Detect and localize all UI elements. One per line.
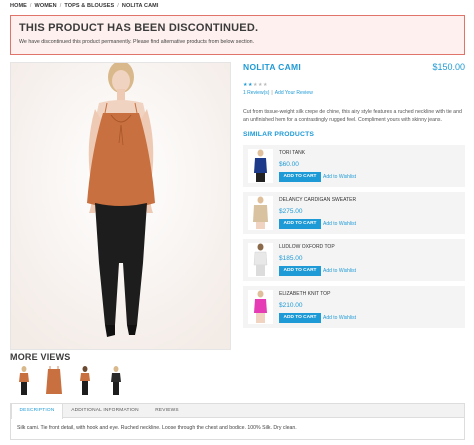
review-links: 1 Review(s) | Add Your Review xyxy=(243,90,313,96)
similar-product-thumbnail[interactable] xyxy=(248,149,273,183)
more-views-thumbnail[interactable] xyxy=(44,366,64,396)
breadcrumb-category[interactable]: TOPS & BLOUSES xyxy=(64,3,114,9)
tab-content: Silk cami. Tie front detail, with hook a… xyxy=(17,425,297,431)
breadcrumb-home[interactable]: HOME xyxy=(10,3,27,9)
similar-product-name[interactable]: TORI TANK xyxy=(279,150,305,156)
product-info: NOLITA CAMI $150.00 ★★★★★ 1 Review(s) | Ad… xyxy=(243,62,465,333)
breadcrumb-women[interactable]: WOMEN xyxy=(35,3,57,9)
model-figure xyxy=(11,63,230,349)
add-to-wishlist-link[interactable]: Add to Wishlist xyxy=(323,268,356,274)
rating-stars: ★★★★★ xyxy=(243,82,465,88)
similar-product-price: $210.00 xyxy=(279,302,303,309)
tab-reviews[interactable]: REVIEWS xyxy=(147,404,187,418)
similar-product-name[interactable]: DELANCY CARDIGAN SWEATER xyxy=(279,197,356,203)
star-icon: ★ xyxy=(263,82,268,88)
product-short-description: Cut from tissue-weight silk crepe de chi… xyxy=(243,109,462,123)
add-to-cart-button[interactable]: ADD TO CART xyxy=(279,313,321,323)
add-to-wishlist-link[interactable]: Add to Wishlist xyxy=(323,315,356,321)
add-to-cart-button[interactable]: ADD TO CART xyxy=(279,172,321,182)
product-main-image[interactable] xyxy=(10,62,231,350)
similar-product-thumbnail[interactable] xyxy=(248,290,273,324)
similar-product-item: LUDLOW OXFORD TOP $185.00 ADD TO CART Ad… xyxy=(243,239,465,281)
similar-product-price: $60.00 xyxy=(279,161,299,168)
reviews-link[interactable]: 1 Review(s) xyxy=(243,90,269,96)
similar-product-item: TORI TANK $60.00 ADD TO CART Add to Wish… xyxy=(243,145,465,187)
tab-description[interactable]: DESCRIPTION xyxy=(11,404,63,419)
notice-title: THIS PRODUCT HAS BEEN DISCONTINUED. xyxy=(19,22,259,34)
add-to-wishlist-link[interactable]: Add to Wishlist xyxy=(323,221,356,227)
similar-product-thumbnail[interactable] xyxy=(248,196,273,230)
add-to-cart-button[interactable]: ADD TO CART xyxy=(279,219,321,229)
similar-product-item: DELANCY CARDIGAN SWEATER $275.00 ADD TO … xyxy=(243,192,465,234)
add-to-wishlist-link[interactable]: Add to Wishlist xyxy=(323,174,356,180)
similar-product-price: $185.00 xyxy=(279,255,303,262)
more-views-thumbnail[interactable] xyxy=(75,366,95,396)
breadcrumb-current: NOLITA CAMI xyxy=(121,3,159,9)
product-tabs: DESCRIPTION ADDITIONAL INFORMATION REVIE… xyxy=(10,403,465,440)
more-views-heading: MORE VIEWS xyxy=(10,352,71,362)
similar-products-list: TORI TANK $60.00 ADD TO CART Add to Wish… xyxy=(243,145,465,328)
similar-product-name[interactable]: LUDLOW OXFORD TOP xyxy=(279,244,335,250)
more-views-thumbnail[interactable] xyxy=(106,366,126,396)
tab-bar: DESCRIPTION ADDITIONAL INFORMATION REVIE… xyxy=(11,404,464,419)
similar-product-item: ELIZABETH KNIT TOP $210.00 ADD TO CART A… xyxy=(243,286,465,328)
similar-products-heading: SIMILAR PRODUCTS xyxy=(243,131,315,138)
similar-product-name[interactable]: ELIZABETH KNIT TOP xyxy=(279,291,330,297)
add-review-link[interactable]: Add Your Review xyxy=(275,90,313,96)
discontinued-notice: THIS PRODUCT HAS BEEN DISCONTINUED. We h… xyxy=(10,15,465,55)
tab-additional-information[interactable]: ADDITIONAL INFORMATION xyxy=(69,404,141,418)
add-to-cart-button[interactable]: ADD TO CART xyxy=(279,266,321,276)
notice-text: We have discontinued this product perman… xyxy=(19,39,255,45)
similar-product-price: $275.00 xyxy=(279,208,303,215)
product-price: $150.00 xyxy=(432,62,465,72)
breadcrumb: HOME / WOMEN / TOPS & BLOUSES / NOLITA CAMI xyxy=(10,3,159,9)
more-views-thumbnail[interactable] xyxy=(14,366,34,396)
similar-product-thumbnail[interactable] xyxy=(248,243,273,277)
